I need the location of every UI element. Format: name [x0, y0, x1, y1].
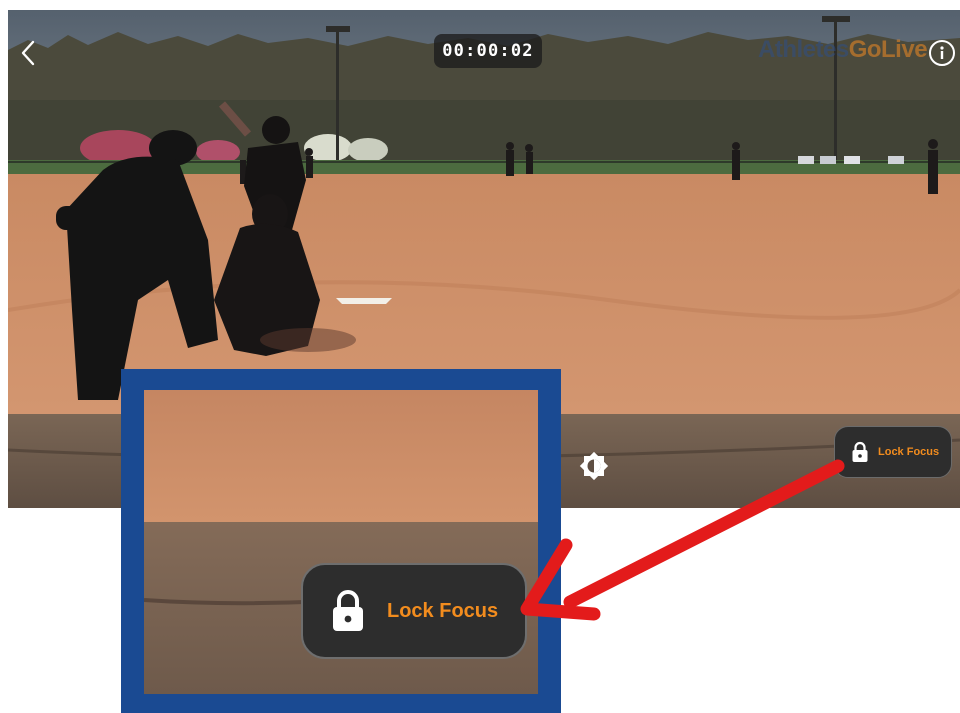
exposure-icon	[579, 451, 609, 481]
back-button[interactable]	[14, 36, 42, 70]
lock-focus-label: Lock Focus	[878, 446, 940, 458]
lock-icon	[852, 441, 868, 462]
lock-focus-button[interactable]: Lock Focus	[834, 426, 952, 478]
lock-focus-button-zoomed[interactable]: Lock Focus	[301, 563, 527, 659]
back-chevron-icon	[21, 40, 35, 66]
lock-icon	[333, 590, 363, 631]
brand-logo: Athletes GoLive	[758, 32, 928, 68]
zoom-callout: Lock Focus	[121, 369, 561, 713]
exposure-button[interactable]	[576, 448, 612, 484]
info-icon	[940, 46, 944, 59]
recording-timer: 00:00:02	[434, 34, 542, 68]
zoom-callout-image: Lock Focus	[144, 390, 538, 694]
info-button[interactable]	[929, 40, 955, 66]
brand-logo-part1: Athletes	[758, 36, 849, 63]
lock-focus-label-zoomed: Lock Focus	[387, 599, 499, 622]
brand-logo-part2: GoLive	[848, 36, 928, 63]
